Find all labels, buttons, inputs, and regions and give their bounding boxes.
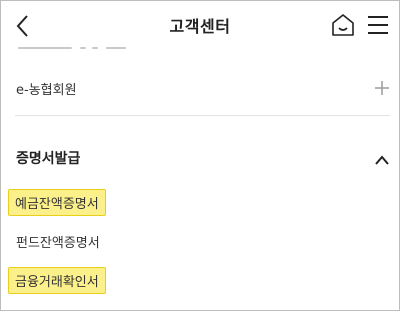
certificate-item-financial-transaction[interactable]: 금융거래확인서 xyxy=(8,267,106,294)
certificate-item-deposit-balance[interactable]: 예금잔액증명서 xyxy=(8,189,106,216)
certificate-item-fund-balance[interactable]: 펀드잔액증명서 xyxy=(16,232,100,251)
expand-button[interactable] xyxy=(374,80,390,96)
collapse-button[interactable] xyxy=(374,151,390,165)
clipped-row-remnant xyxy=(18,44,148,52)
section-title-certificates[interactable]: 증명서발급 xyxy=(16,148,80,168)
list-item-member[interactable]: e-농협회원 xyxy=(16,79,77,98)
home-icon xyxy=(332,14,354,36)
app-header: 고객센터 xyxy=(0,0,400,50)
chevron-up-icon xyxy=(375,155,389,165)
menu-button[interactable] xyxy=(366,14,390,36)
hamburger-menu-icon xyxy=(368,16,388,34)
home-button[interactable] xyxy=(331,12,355,38)
plus-icon xyxy=(375,81,389,95)
divider xyxy=(15,115,390,116)
